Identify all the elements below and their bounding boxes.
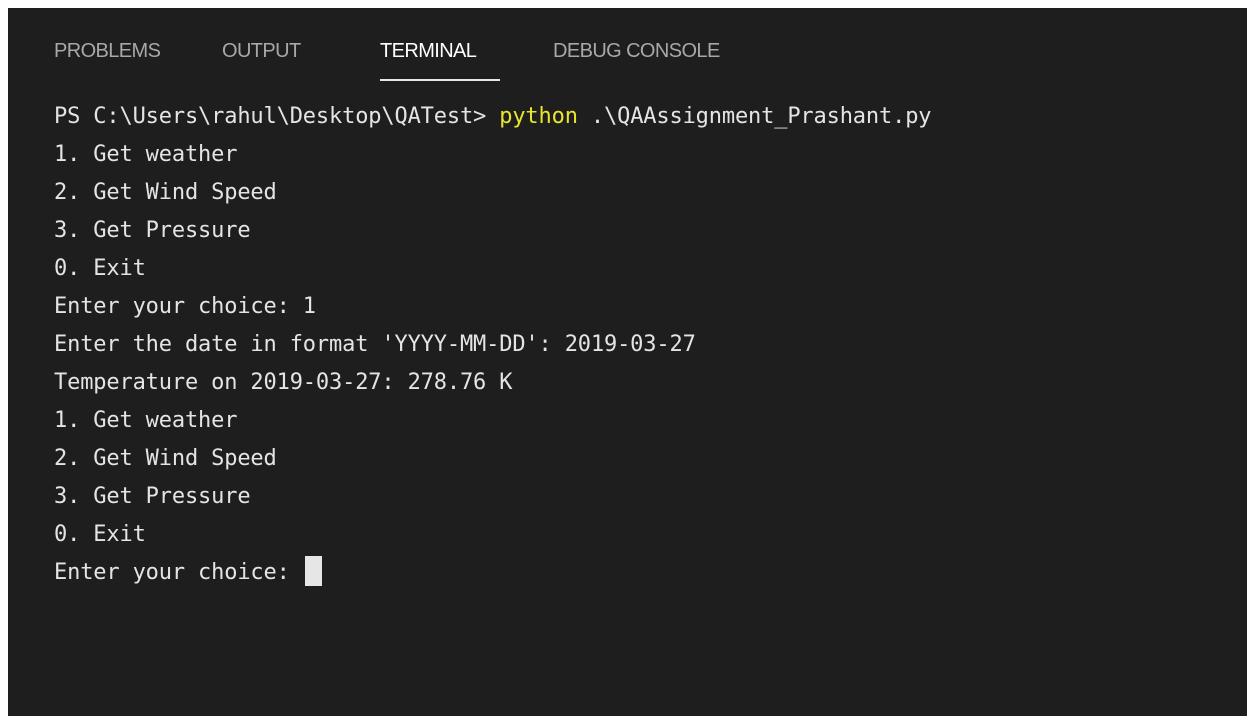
tab-problems[interactable]: PROBLEMS bbox=[54, 38, 161, 64]
command-line: PS C:\Users\rahul\Desktop\QATest> python… bbox=[54, 98, 1237, 136]
terminal-panel: PROBLEMS OUTPUT TERMINAL DEBUG CONSOLE P… bbox=[8, 8, 1247, 716]
tab-debug-console[interactable]: DEBUG CONSOLE bbox=[553, 38, 720, 64]
output-line: Enter the date in format 'YYYY-MM-DD': 2… bbox=[54, 332, 696, 357]
output-line: 0. Exit bbox=[54, 522, 146, 547]
terminal-output[interactable]: PS C:\Users\rahul\Desktop\QATest> python… bbox=[54, 98, 1237, 706]
output-line: 3. Get Pressure bbox=[54, 218, 251, 243]
output-line: 0. Exit bbox=[54, 256, 146, 281]
output-line: 2. Get Wind Speed bbox=[54, 180, 277, 205]
output-line: 3. Get Pressure bbox=[54, 484, 251, 509]
output-line: 1. Get weather bbox=[54, 408, 238, 433]
text-cursor bbox=[304, 556, 322, 586]
tab-terminal[interactable]: TERMINAL bbox=[380, 38, 477, 64]
output-line: 1. Get weather bbox=[54, 142, 238, 167]
input-prompt: Enter your choice: bbox=[54, 560, 303, 585]
shell-prompt: PS C:\Users\rahul\Desktop\QATest> bbox=[54, 104, 500, 129]
output-line: Temperature on 2019-03-27: 278.76 K bbox=[54, 370, 513, 395]
input-line[interactable]: Enter your choice: bbox=[54, 554, 1237, 592]
command-args: .\QAAssignment_Prashant.py bbox=[577, 104, 932, 129]
panel-tab-bar: PROBLEMS OUTPUT TERMINAL DEBUG CONSOLE bbox=[8, 8, 1247, 88]
command-name: python bbox=[499, 104, 578, 129]
tab-output[interactable]: OUTPUT bbox=[222, 38, 301, 64]
output-line: Enter your choice: 1 bbox=[54, 294, 316, 319]
active-tab-indicator bbox=[380, 79, 500, 81]
output-line: 2. Get Wind Speed bbox=[54, 446, 277, 471]
